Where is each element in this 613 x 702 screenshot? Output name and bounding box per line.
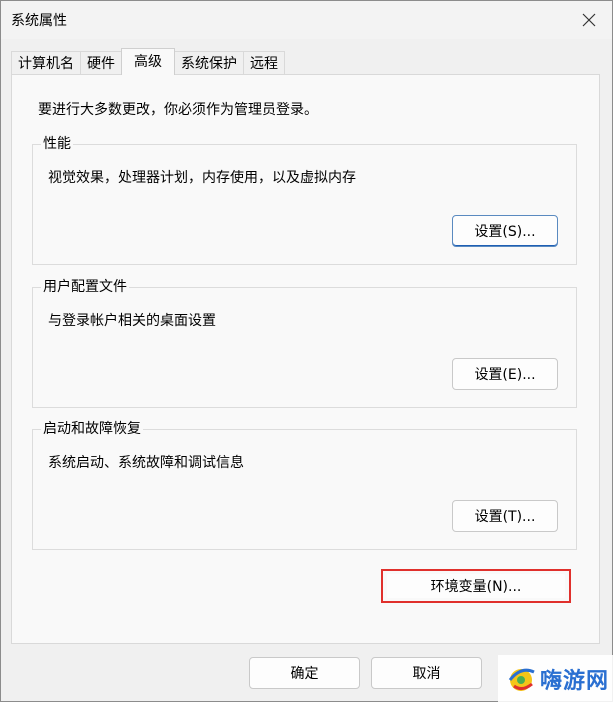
ok-button[interactable]: 确定 — [249, 657, 360, 689]
window-title: 系统属性 — [11, 13, 67, 29]
cancel-button[interactable]: 取消 — [371, 657, 482, 689]
title-bar: 系统属性 — [1, 1, 612, 39]
tab-remote[interactable]: 远程 — [243, 51, 285, 75]
environment-variables-highlight: 环境变量(N)... — [381, 569, 571, 603]
close-icon — [582, 13, 596, 27]
startup-recovery-group-title: 启动和故障恢复 — [41, 420, 143, 438]
admin-note: 要进行大多数更改，你必须作为管理员登录。 — [38, 102, 318, 118]
advanced-tab-panel: 要进行大多数更改，你必须作为管理员登录。 性能 视觉效果，处理器计划，内存使用，… — [11, 74, 600, 644]
tab-hardware[interactable]: 硬件 — [80, 51, 122, 75]
tab-strip: 计算机名 硬件 高级 系统保护 远程 — [11, 48, 285, 75]
watermark-logo-icon — [508, 668, 535, 691]
environment-variables-button[interactable]: 环境变量(N)... — [387, 574, 565, 598]
performance-group-title: 性能 — [41, 135, 73, 153]
startup-recovery-settings-button[interactable]: 设置(T)... — [452, 500, 558, 532]
tab-advanced[interactable]: 高级 — [121, 48, 175, 75]
performance-settings-button[interactable]: 设置(S)... — [452, 215, 558, 247]
startup-recovery-description: 系统启动、系统故障和调试信息 — [48, 455, 244, 471]
system-properties-window: 系统属性 计算机名 硬件 高级 系统保护 远程 要进行大多数更改，你必须作为管理… — [0, 0, 613, 702]
startup-recovery-group: 启动和故障恢复 系统启动、系统故障和调试信息 设置(T)... — [32, 420, 577, 550]
watermark-text: 嗨游网 — [540, 668, 610, 694]
performance-group: 性能 视觉效果，处理器计划，内存使用，以及虚拟内存 设置(S)... — [32, 135, 577, 265]
tab-computer-name[interactable]: 计算机名 — [11, 51, 81, 75]
tab-system-protection[interactable]: 系统保护 — [174, 51, 244, 75]
watermark: 嗨游网 — [498, 655, 613, 702]
performance-description: 视觉效果，处理器计划，内存使用，以及虚拟内存 — [48, 170, 356, 186]
close-button[interactable] — [576, 7, 602, 33]
user-profiles-description: 与登录帐户相关的桌面设置 — [48, 313, 216, 329]
user-profiles-group: 用户配置文件 与登录帐户相关的桌面设置 设置(E)... — [32, 278, 577, 408]
user-profiles-settings-button[interactable]: 设置(E)... — [452, 358, 558, 390]
user-profiles-group-title: 用户配置文件 — [41, 278, 129, 296]
